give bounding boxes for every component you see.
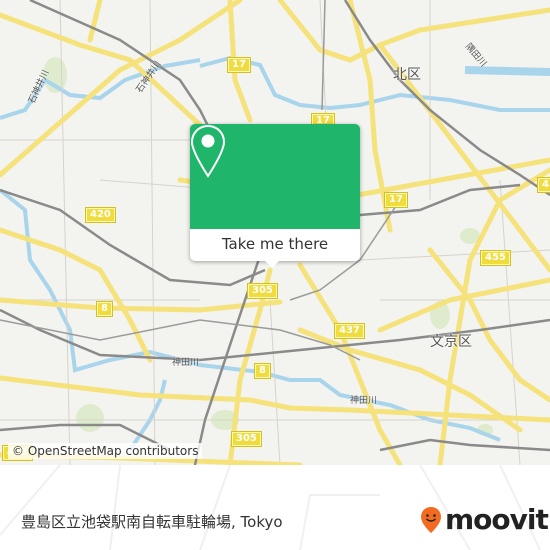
- road-badge: 437: [335, 324, 364, 338]
- river-label: 神田川: [172, 358, 200, 368]
- road-badge: 420: [86, 208, 115, 222]
- location-pin-icon: [190, 124, 226, 178]
- river-label: 神田川: [350, 396, 378, 406]
- road-badge: 17: [385, 193, 407, 207]
- district-label-kita: 北区: [393, 67, 421, 83]
- moovit-wordmark: moovit: [445, 503, 549, 536]
- road-badge: 305: [232, 432, 261, 446]
- place-title: 豊島区立池袋駅南自転車駐輪場, Tokyo: [21, 513, 283, 531]
- take-me-there-button[interactable]: Take me there: [190, 229, 360, 261]
- road-badge: 8: [97, 302, 112, 316]
- destination-popup: Take me there: [190, 124, 360, 268]
- popup-header: [190, 124, 360, 229]
- popup-pointer: [263, 259, 281, 268]
- moovit-pin-icon: [421, 507, 441, 533]
- road-badge: 305: [248, 284, 277, 298]
- road-badge: 17: [228, 58, 250, 72]
- road-badge: 8: [255, 364, 270, 378]
- road-badge: 455: [481, 251, 510, 265]
- road-badge: 45: [538, 178, 550, 192]
- map-view[interactable]: 17 17 17 420 8 8 305 305 437 455 433 45 …: [0, 0, 550, 465]
- moovit-logo[interactable]: moovit: [420, 503, 549, 536]
- map-attribution[interactable]: © OpenStreetMap contributors: [8, 443, 203, 459]
- district-label-bunkyo: 文京区: [430, 334, 472, 350]
